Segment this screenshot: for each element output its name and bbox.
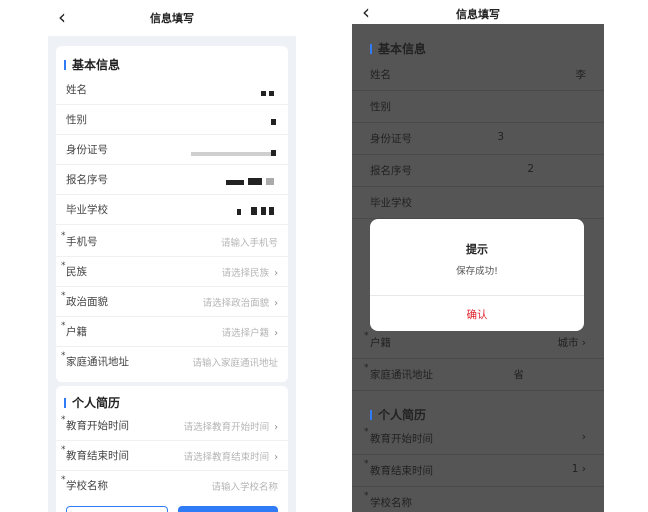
section-title-resume: 个人简历 [370, 406, 426, 423]
home-address-input[interactable]: 请输入家庭通讯地址 [192, 355, 278, 369]
chevron-right-icon: › [274, 268, 278, 279]
secondary-button[interactable] [66, 506, 168, 512]
redacted-value [271, 116, 276, 128]
chevron-right-icon: › [274, 422, 278, 433]
save-success-dialog: 提示 保存成功! 确认 [370, 219, 584, 331]
redacted-value [226, 176, 274, 188]
education-end-select[interactable]: * 教育结束时间 请选择教育结束时间 › [56, 440, 288, 471]
chevron-right-icon: › [274, 328, 278, 339]
section-accent-bar [64, 60, 66, 70]
top-bar: ‹ 信息填写 [352, 0, 604, 26]
dialog-divider [370, 295, 584, 296]
field-row-name: 姓名 [56, 74, 288, 105]
top-bar: ‹ 信息填写 [48, 0, 296, 36]
political-status-select[interactable]: * 政治面貌 请选择政治面貌 › [56, 286, 288, 317]
redacted-value [261, 87, 274, 99]
field-row-gender: 性别 [352, 90, 604, 123]
dialog-title: 提示 [466, 243, 488, 256]
dialog-message: 保存成功! [456, 266, 498, 277]
section-title-resume: 个人简历 [64, 394, 120, 411]
resume-card: 个人简历 * 教育开始时间 请选择教育开始时间 › * 教育结束时间 请选择教育结… [56, 386, 288, 512]
field-row-graduate-school: 毕业学校 [352, 186, 604, 219]
phone-field[interactable]: * 手机号 请输入手机号 [56, 226, 288, 257]
section-accent-bar [370, 410, 372, 420]
field-row-id-number: 身份证号 [56, 134, 288, 165]
chevron-right-icon: › [274, 298, 278, 309]
phone-input[interactable]: 请输入手机号 [221, 235, 278, 249]
school-name-field[interactable]: * 学校名称 [352, 486, 604, 512]
basic-info-card: 基本信息 姓名 性别 身份证号 报名序号 毕业学校 * 手机号 请输入手机号 * [56, 46, 288, 382]
field-row-registration-number: 报名序号 2 [352, 154, 604, 187]
field-row-id-number: 身份证号 3 [352, 122, 604, 155]
primary-button[interactable] [178, 506, 278, 512]
page-title: 信息填写 [150, 12, 194, 25]
ethnicity-select[interactable]: * 民族 请选择民族 › [56, 256, 288, 287]
chevron-right-icon: › [274, 452, 278, 463]
home-address-field[interactable]: * 家庭通讯地址省 [352, 358, 604, 391]
page-title: 信息填写 [456, 8, 500, 21]
field-row-name: 姓名李 [352, 58, 604, 91]
redacted-value [191, 147, 276, 159]
success-screen: ‹ 信息填写 基本信息 姓名李 性别 身份证号 3 报名序号 2 毕业学校 * 户籍城… [352, 0, 604, 512]
household-select[interactable]: * 户籍 请选择户籍 › [56, 316, 288, 347]
field-row-gender: 性别 [56, 104, 288, 135]
home-address-field[interactable]: * 家庭通讯地址 请输入家庭通讯地址 [56, 346, 288, 376]
field-row-registration-number: 报名序号 [56, 164, 288, 195]
school-name-field[interactable]: * 学校名称 请输入学校名称 [56, 470, 288, 500]
form-screen: ‹ 信息填写 基本信息 姓名 性别 身份证号 报名序号 毕业学校 * 手机号 请… [48, 0, 296, 512]
section-title-basic: 基本信息 [64, 56, 120, 73]
section-accent-bar [64, 398, 66, 408]
school-name-input[interactable]: 请输入学校名称 [211, 479, 278, 493]
confirm-button[interactable]: 确认 [370, 307, 584, 322]
education-start-select[interactable]: * 教育开始时间 › [352, 422, 604, 455]
section-title-basic: 基本信息 [370, 40, 426, 57]
redacted-value [237, 206, 274, 218]
field-row-graduate-school: 毕业学校 [56, 194, 288, 225]
section-accent-bar [370, 44, 372, 54]
education-end-select[interactable]: * 教育结束时间 1 › [352, 454, 604, 487]
education-start-select[interactable]: * 教育开始时间 请选择教育开始时间 › [56, 410, 288, 441]
